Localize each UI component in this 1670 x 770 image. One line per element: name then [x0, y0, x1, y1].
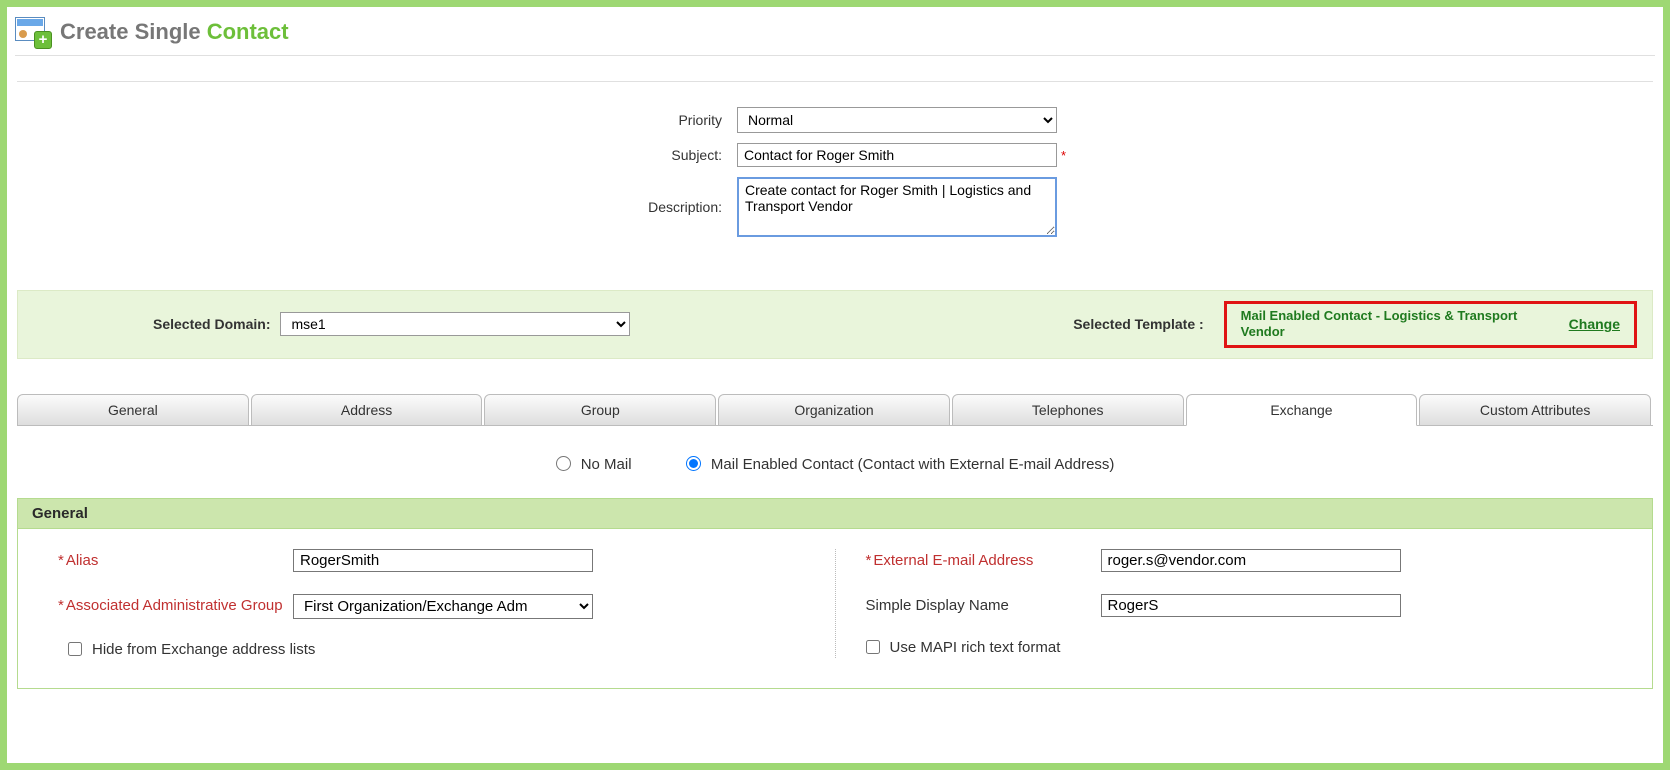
description-textarea[interactable]: Create contact for Roger Smith | Logisti… — [737, 177, 1057, 237]
mailenabled-option[interactable]: Mail Enabled Contact (Contact with Exter… — [686, 456, 1115, 473]
title-accent: Contact — [207, 19, 289, 44]
tabs: General Address Group Organization Telep… — [17, 394, 1653, 426]
mapi-checkbox[interactable] — [866, 640, 880, 654]
external-email-label: *External E-mail Address — [866, 549, 1101, 569]
alias-input[interactable] — [293, 549, 593, 572]
tab-general[interactable]: General — [17, 394, 249, 426]
tab-group[interactable]: Group — [484, 394, 716, 426]
page-header: + Create Single Contact — [15, 12, 1655, 56]
hide-from-exchange-label: Hide from Exchange address lists — [92, 641, 315, 658]
mailenabled-radio[interactable] — [686, 456, 701, 471]
mapi-label: Use MAPI rich text format — [890, 639, 1061, 656]
nomail-radio[interactable] — [556, 456, 571, 471]
simple-display-label: Simple Display Name — [866, 594, 1101, 614]
title-pre: Create Single — [60, 19, 207, 44]
change-template-link[interactable]: Change — [1569, 316, 1620, 332]
simple-display-input[interactable] — [1101, 594, 1401, 617]
admin-group-label: *Associated Administrative Group — [58, 594, 293, 614]
admin-group-select[interactable]: First Organization/Exchange Adm — [293, 594, 593, 619]
page-title: Create Single Contact — [60, 19, 289, 45]
tab-organization[interactable]: Organization — [718, 394, 950, 426]
selected-template-label: Selected Template : — [1073, 316, 1203, 332]
tab-exchange[interactable]: Exchange — [1186, 394, 1418, 426]
nomail-option[interactable]: No Mail — [556, 456, 636, 473]
tab-address[interactable]: Address — [251, 394, 483, 426]
alias-label: *Alias — [58, 549, 293, 569]
subject-label: Subject: — [417, 147, 737, 163]
tab-body-exchange: No Mail Mail Enabled Contact (Contact wi… — [17, 425, 1653, 689]
top-form-section: Priority Normal Subject: * Description: … — [17, 81, 1653, 272]
general-section-header: General — [18, 499, 1652, 529]
tab-telephones[interactable]: Telephones — [952, 394, 1184, 426]
selected-domain-select[interactable]: mse1 — [280, 312, 630, 336]
domain-template-bar: Selected Domain: mse1 Selected Template … — [17, 290, 1653, 359]
external-email-input[interactable] — [1101, 549, 1401, 572]
template-highlight-box: Mail Enabled Contact - Logistics & Trans… — [1224, 301, 1637, 348]
mail-type-row: No Mail Mail Enabled Contact (Contact wi… — [17, 456, 1653, 473]
selected-template-value: Mail Enabled Contact - Logistics & Trans… — [1241, 308, 1541, 341]
selected-domain-label: Selected Domain: — [153, 316, 270, 332]
general-section: General *Alias *Associated Administrativ… — [17, 498, 1653, 689]
tab-custom-attributes[interactable]: Custom Attributes — [1419, 394, 1651, 426]
nomail-label: No Mail — [581, 456, 632, 473]
contact-add-icon: + — [15, 17, 50, 47]
required-asterisk: * — [1061, 148, 1066, 163]
priority-select[interactable]: Normal — [737, 107, 1057, 133]
mailenabled-label: Mail Enabled Contact (Contact with Exter… — [711, 456, 1115, 473]
description-label: Description: — [417, 199, 737, 215]
hide-from-exchange-checkbox[interactable] — [68, 642, 82, 656]
subject-input[interactable] — [737, 143, 1057, 167]
priority-label: Priority — [417, 112, 737, 128]
